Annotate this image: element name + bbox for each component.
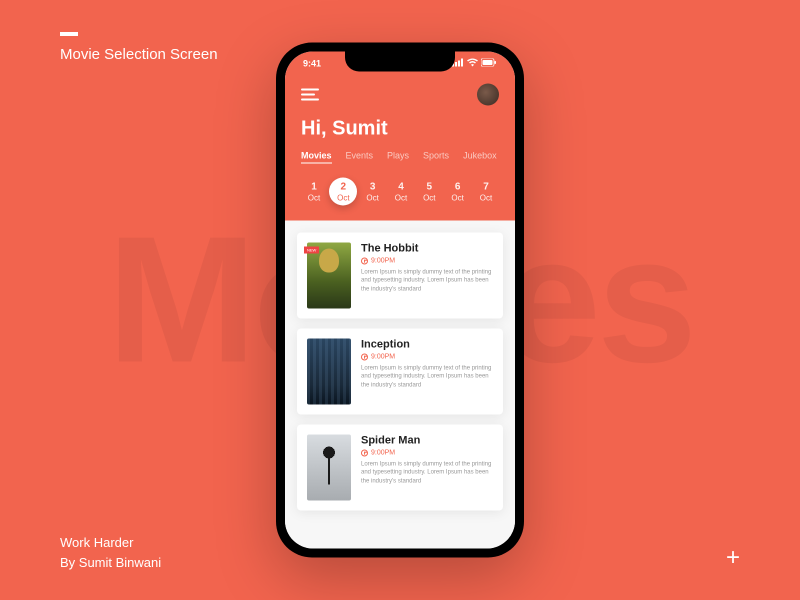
tab-movies[interactable]: Movies bbox=[301, 151, 332, 164]
movie-title: Spider Man bbox=[361, 435, 493, 447]
date-3[interactable]: 3Oct bbox=[360, 178, 386, 207]
wifi-icon bbox=[467, 59, 478, 69]
tab-sports[interactable]: Sports bbox=[423, 151, 449, 164]
category-tabs: Movies Events Plays Sports Jukebox bbox=[301, 151, 499, 164]
menu-icon[interactable] bbox=[301, 89, 319, 101]
movie-title: The Hobbit bbox=[361, 243, 493, 255]
avatar[interactable] bbox=[477, 84, 499, 106]
date-5[interactable]: 5Oct bbox=[416, 178, 442, 207]
title-dash-icon bbox=[60, 32, 78, 36]
page-title: Movie Selection Screen bbox=[60, 46, 218, 63]
phone-screen: 9:41 Hi, Sumit Movies Event bbox=[285, 52, 515, 549]
footer-line-2: By Sumit Binwani bbox=[60, 553, 161, 573]
date-2[interactable]: 2Oct bbox=[329, 178, 357, 206]
app-header: Hi, Sumit Movies Events Plays Sports Juk… bbox=[285, 52, 515, 221]
movie-description: Lorem Ipsum is simply dummy text of the … bbox=[361, 269, 493, 294]
movie-time: 9:00PM bbox=[361, 258, 493, 265]
movie-poster bbox=[307, 435, 351, 501]
phone-notch bbox=[345, 52, 455, 72]
page-title-block: Movie Selection Screen bbox=[60, 32, 218, 63]
date-1[interactable]: 1Oct bbox=[301, 178, 327, 207]
date-6[interactable]: 6Oct bbox=[445, 178, 471, 207]
clock-icon bbox=[361, 450, 368, 457]
movie-title: Inception bbox=[361, 339, 493, 351]
tab-plays[interactable]: Plays bbox=[387, 151, 409, 164]
movie-time: 9:00PM bbox=[361, 354, 493, 361]
movie-poster bbox=[307, 339, 351, 405]
tab-jukebox[interactable]: Jukebox bbox=[463, 151, 497, 164]
status-time: 9:41 bbox=[303, 59, 321, 69]
movie-description: Lorem Ipsum is simply dummy text of the … bbox=[361, 365, 493, 390]
movie-card[interactable]: NEW The Hobbit 9:00PM Lorem Ipsum is sim… bbox=[297, 233, 503, 319]
date-4[interactable]: 4Oct bbox=[388, 178, 414, 207]
plus-icon: + bbox=[726, 544, 740, 572]
clock-icon bbox=[361, 258, 368, 265]
movie-description: Lorem Ipsum is simply dummy text of the … bbox=[361, 461, 493, 486]
tab-events[interactable]: Events bbox=[346, 151, 374, 164]
movie-card[interactable]: Inception 9:00PM Lorem Ipsum is simply d… bbox=[297, 329, 503, 415]
movie-poster: NEW bbox=[307, 243, 351, 309]
date-7[interactable]: 7Oct bbox=[473, 178, 499, 207]
movie-list[interactable]: NEW The Hobbit 9:00PM Lorem Ipsum is sim… bbox=[285, 221, 515, 549]
movie-card[interactable]: Spider Man 9:00PM Lorem Ipsum is simply … bbox=[297, 425, 503, 511]
new-tag-icon: NEW bbox=[304, 247, 319, 254]
phone-frame: 9:41 Hi, Sumit Movies Event bbox=[276, 43, 524, 558]
footer-line-1: Work Harder bbox=[60, 533, 161, 553]
page-footer: Work Harder By Sumit Binwani bbox=[60, 533, 161, 572]
clock-icon bbox=[361, 354, 368, 361]
movie-time: 9:00PM bbox=[361, 450, 493, 457]
greeting-text: Hi, Sumit bbox=[301, 118, 499, 141]
battery-icon bbox=[481, 59, 497, 69]
date-picker: 1Oct 2Oct 3Oct 4Oct 5Oct 6Oct 7Oct bbox=[301, 178, 499, 207]
